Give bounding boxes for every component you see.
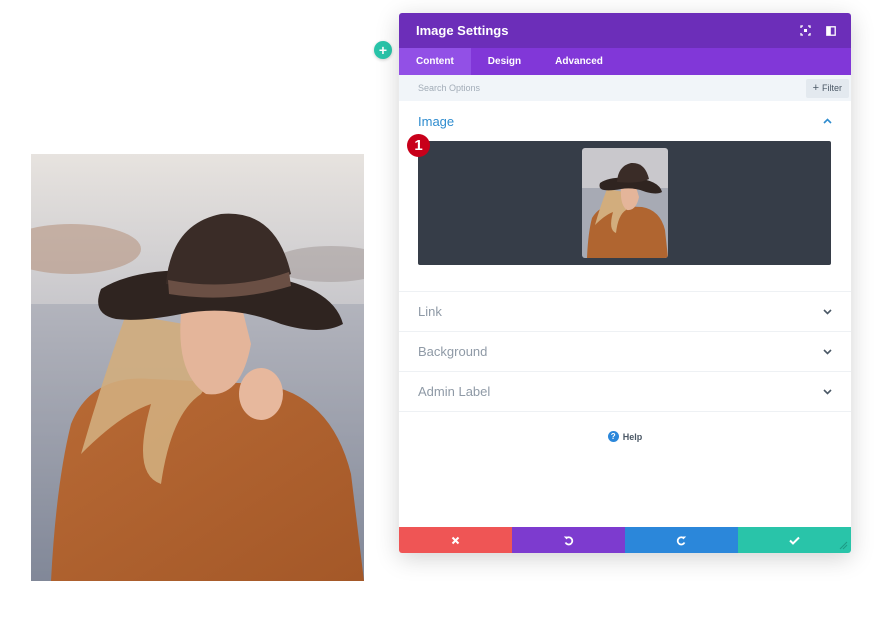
link-section-title: Link — [418, 304, 442, 319]
link-section[interactable]: Link — [399, 292, 851, 332]
woman-with-hat-photo — [31, 154, 364, 581]
modal-footer — [399, 527, 851, 553]
undo-button[interactable] — [512, 527, 625, 553]
undo-icon — [563, 535, 574, 545]
chevron-down-icon — [823, 308, 832, 315]
image-thumbnail — [582, 148, 668, 258]
save-button[interactable] — [738, 527, 851, 553]
discard-button[interactable] — [399, 527, 512, 553]
resize-handle-icon[interactable] — [839, 541, 848, 550]
header-icons — [799, 25, 837, 37]
chevron-down-icon — [823, 348, 832, 355]
help-link[interactable]: ? Help — [399, 431, 851, 442]
fullscreen-icon[interactable] — [799, 25, 811, 37]
question-icon: ? — [607, 431, 619, 442]
modal-header: Image Settings — [399, 13, 851, 48]
chevron-down-icon — [823, 388, 832, 395]
image-section-toggle[interactable]: Image — [418, 113, 832, 129]
filter-button[interactable]: + Filter — [805, 78, 849, 98]
sidebar-toggle-icon[interactable] — [825, 25, 837, 37]
background-section-title: Background — [418, 344, 488, 359]
check-icon — [789, 536, 800, 545]
admin-label-section-title: Admin Label — [418, 384, 491, 399]
settings-tabs: Content Design Advanced — [399, 48, 851, 75]
step-marker-badge: 1 — [407, 134, 430, 157]
plus-icon: + — [812, 81, 819, 94]
background-section[interactable]: Background — [399, 332, 851, 372]
redo-icon — [676, 535, 687, 545]
search-options-input[interactable] — [418, 83, 618, 93]
close-icon — [451, 536, 460, 544]
filter-label: Filter — [822, 83, 842, 93]
redo-button[interactable] — [625, 527, 738, 553]
image-upload-area[interactable] — [418, 141, 831, 265]
admin-label-section[interactable]: Admin Label — [399, 372, 851, 412]
search-bar: + Filter — [399, 75, 851, 101]
chevron-up-icon — [823, 118, 832, 124]
image-section-title: Image — [418, 113, 455, 129]
help-label: Help — [622, 431, 643, 442]
image-section: Image 1 — [399, 101, 851, 292]
modal-title: Image Settings — [416, 23, 509, 38]
add-module-button[interactable]: + — [374, 41, 392, 59]
tab-advanced[interactable]: Advanced — [538, 48, 620, 75]
tab-content[interactable]: Content — [399, 48, 471, 75]
image-settings-modal: Image Settings Content Design Advanced +… — [399, 13, 851, 553]
tab-design[interactable]: Design — [471, 48, 538, 75]
